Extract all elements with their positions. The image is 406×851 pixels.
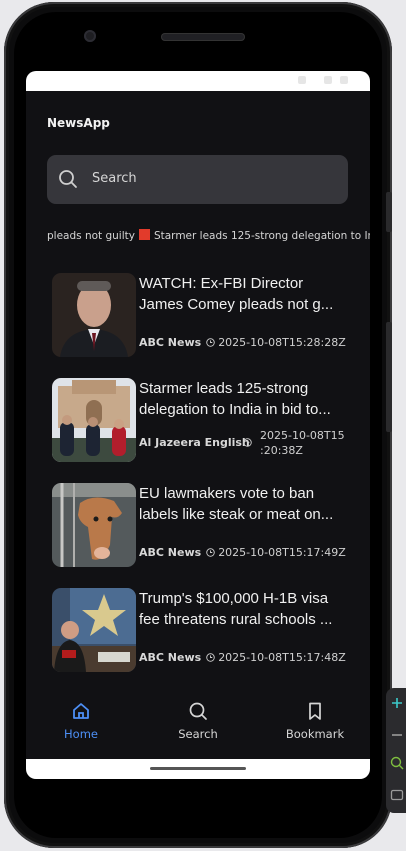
- article-meta: ABC News 2025-10-08T15:28:28Z: [139, 336, 346, 352]
- earpiece-speaker: [161, 33, 245, 41]
- article-meta: ABC News 2025-10-08T15:17:49Z: [139, 546, 346, 562]
- clock-icon: [243, 438, 252, 447]
- article-card[interactable]: Starmer leads 125-strong delegation to I…: [52, 378, 352, 462]
- article-date: 2025-10-08T15:17:49Z: [218, 546, 346, 559]
- article-thumbnail: [52, 483, 136, 567]
- zoom-out-icon[interactable]: [390, 728, 404, 742]
- nav-bookmark[interactable]: Bookmark: [270, 687, 360, 743]
- bottom-navigation: Home Search Bookmark: [26, 687, 370, 759]
- screenshot-icon[interactable]: [390, 788, 404, 802]
- article-source: Al Jazeera English: [139, 436, 250, 449]
- home-icon: [73, 703, 89, 719]
- search-icon: [189, 702, 207, 720]
- nav-search[interactable]: Search: [153, 687, 243, 743]
- search-icon: [59, 170, 77, 188]
- zoom-in-icon[interactable]: [390, 696, 404, 710]
- news-ticker[interactable]: pleads not guilty Starmer leads 125-stron…: [26, 228, 370, 244]
- nav-home[interactable]: Home: [36, 687, 126, 743]
- power-button: [386, 322, 392, 432]
- article-headline: Starmer leads 125-strong delegation to I…: [139, 380, 331, 418]
- home-gesture-handle[interactable]: [150, 767, 246, 770]
- app-title: NewsApp: [47, 116, 110, 130]
- article-date: 2025-10-08T15:28:28Z: [218, 336, 346, 349]
- nav-bookmark-label: Bookmark: [285, 727, 345, 741]
- article-thumbnail: [52, 273, 136, 357]
- article-headline: Trump's $100,000 H-1B visa fee threatens…: [139, 590, 333, 628]
- gesture-bar: [26, 759, 370, 779]
- battery-icon: [340, 76, 348, 84]
- article-card[interactable]: EU lawmakers vote to ban labels like ste…: [52, 483, 352, 567]
- status-bar: [26, 71, 370, 91]
- article-source: ABC News: [139, 336, 202, 349]
- clock-icon: [206, 548, 215, 557]
- nav-home-label: Home: [64, 727, 98, 741]
- front-camera: [84, 30, 96, 42]
- wifi-icon: [324, 76, 332, 84]
- article-source: ABC News: [139, 651, 202, 664]
- ticker-item: pleads not guilty: [47, 230, 135, 242]
- article-headline: EU lawmakers vote to ban labels like ste…: [139, 485, 334, 523]
- app-screen: NewsApp Search pleads not guilty Starmer …: [26, 71, 370, 779]
- article-date: 2025-10-08T15:17:48Z: [218, 651, 346, 664]
- zoom-reset-icon[interactable]: [390, 756, 404, 770]
- nav-search-label: Search: [178, 727, 218, 741]
- bookmark-icon: [309, 702, 321, 720]
- ticker-separator-icon: [138, 229, 150, 240]
- article-card[interactable]: WATCH: Ex-FBI Director James Comey plead…: [52, 273, 352, 357]
- search-input[interactable]: Search: [92, 171, 137, 186]
- article-date: 2025-10-08T15:20:38Z: [260, 429, 345, 457]
- article-thumbnail: [52, 588, 136, 672]
- signal-icon: [298, 76, 306, 84]
- article-meta: ABC News 2025-10-08T15:17:48Z: [139, 651, 346, 667]
- clock-icon: [206, 338, 215, 347]
- search-bar[interactable]: Search: [47, 155, 348, 204]
- article-thumbnail: [52, 378, 136, 462]
- article-source: ABC News: [139, 546, 202, 559]
- clock-icon: [206, 653, 215, 662]
- ticker-item: Starmer leads 125-strong delegation to I…: [153, 230, 370, 242]
- emulator-toolbar: [386, 688, 406, 813]
- article-headline: WATCH: Ex-FBI Director James Comey plead…: [139, 275, 334, 313]
- volume-button: [386, 192, 392, 232]
- article-card[interactable]: Trump's $100,000 H-1B visa fee threatens…: [52, 588, 352, 672]
